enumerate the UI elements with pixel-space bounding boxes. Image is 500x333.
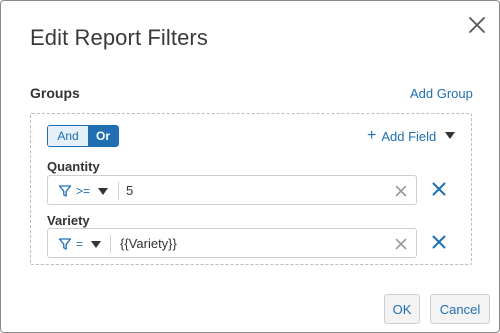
field-label-variety: Variety — [47, 213, 90, 228]
filter-icon — [58, 185, 72, 197]
filter-value-input[interactable] — [120, 236, 370, 251]
chevron-down-icon — [91, 240, 102, 248]
chevron-down-icon[interactable] — [445, 132, 455, 139]
edit-report-filters-dialog: Edit Report Filters Groups Add Group And… — [0, 0, 500, 333]
add-field-button[interactable]: + Add Field — [367, 128, 436, 144]
add-field-label: Add Field — [381, 128, 437, 144]
chevron-down-icon — [98, 187, 109, 195]
remove-filter-icon[interactable] — [432, 182, 446, 196]
field-label-quantity: Quantity — [47, 159, 100, 174]
plus-icon: + — [367, 127, 377, 144]
operator-dropdown[interactable]: >= — [58, 183, 109, 199]
clear-icon[interactable] — [394, 184, 408, 198]
and-toggle-button[interactable]: And — [48, 126, 88, 146]
operator-dropdown[interactable]: = — [58, 236, 102, 252]
and-or-toggle: And Or — [47, 125, 119, 147]
divider — [118, 182, 119, 200]
operator-value: = — [76, 237, 84, 251]
divider — [110, 235, 111, 253]
filter-icon — [58, 238, 72, 250]
groups-label: Groups — [30, 85, 80, 101]
remove-filter-icon[interactable] — [432, 235, 446, 249]
close-icon — [469, 17, 485, 33]
dialog-title: Edit Report Filters — [30, 25, 208, 50]
add-group-link[interactable]: Add Group — [410, 86, 473, 101]
filter-row-quantity: >= — [47, 175, 417, 205]
ok-button[interactable]: OK — [384, 294, 420, 324]
filter-row-variety: = — [47, 228, 417, 258]
close-button[interactable] — [466, 14, 488, 36]
filter-value-input[interactable] — [126, 183, 376, 198]
or-toggle-button[interactable]: Or — [88, 126, 118, 146]
clear-icon[interactable] — [394, 237, 408, 251]
operator-value: >= — [76, 184, 91, 198]
cancel-button[interactable]: Cancel — [430, 294, 490, 324]
